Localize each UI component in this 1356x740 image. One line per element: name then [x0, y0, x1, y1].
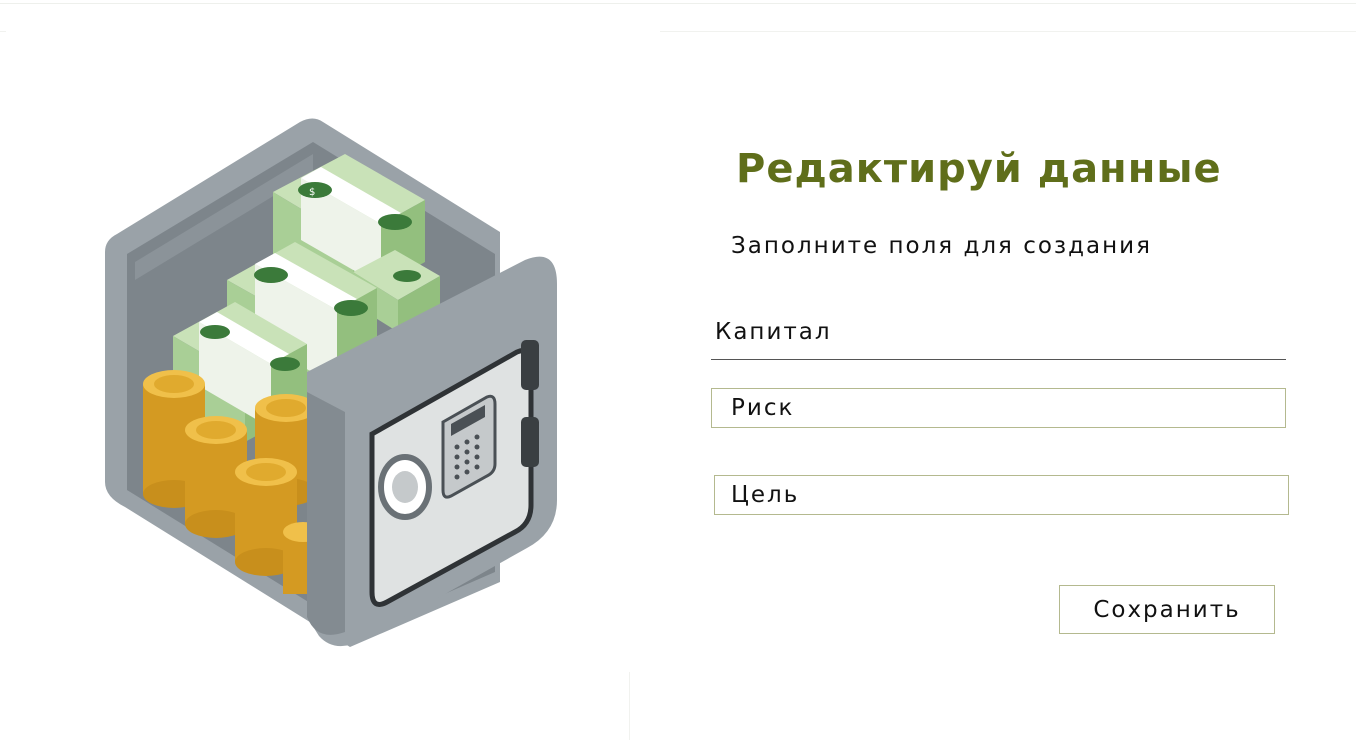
- bottom-vertical-divider: [629, 672, 630, 740]
- capital-field[interactable]: Капитал: [715, 319, 832, 345]
- save-button[interactable]: Сохранить: [1059, 585, 1275, 634]
- right-divider: [660, 31, 1356, 32]
- safe-with-money-icon: $: [105, 118, 557, 647]
- page-subtitle: Заполните поля для создания: [731, 233, 1152, 259]
- page-title: Редактируй данные: [736, 146, 1222, 192]
- risk-field-label: Риск: [731, 395, 795, 421]
- goal-field-label: Цель: [731, 482, 800, 508]
- top-divider: [0, 3, 1356, 4]
- save-button-label: Сохранить: [1093, 596, 1241, 623]
- capital-field-underline: [711, 359, 1286, 360]
- risk-field[interactable]: Риск: [711, 388, 1286, 428]
- currency-symbol: $: [309, 187, 315, 198]
- page: $ Редактируй данные Заполните поля для с…: [0, 0, 1356, 740]
- goal-field[interactable]: Цель: [714, 475, 1289, 515]
- left-divider: [0, 31, 6, 32]
